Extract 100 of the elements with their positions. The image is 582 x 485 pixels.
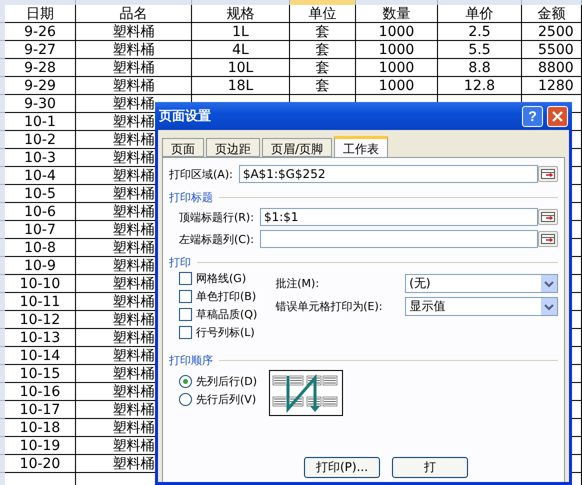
tab[interactable]: 页面 bbox=[162, 138, 204, 157]
table-cell: 4L bbox=[192, 41, 290, 59]
row-header[interactable] bbox=[0, 365, 5, 383]
section-label: 打印 bbox=[169, 255, 191, 270]
row-header[interactable] bbox=[0, 41, 5, 59]
dropdown[interactable]: (无) bbox=[405, 274, 558, 293]
header-cell: 日期 bbox=[5, 5, 76, 23]
checkbox[interactable] bbox=[179, 308, 192, 321]
close-button[interactable] bbox=[547, 106, 568, 126]
help-button[interactable]: ? bbox=[522, 106, 543, 126]
row-header[interactable] bbox=[0, 311, 5, 329]
table-cell: 9-30 bbox=[5, 95, 76, 113]
table-cell: 10-16 bbox=[5, 383, 76, 401]
table-cell: 塑料桶 bbox=[76, 41, 192, 59]
row-header[interactable] bbox=[0, 275, 5, 293]
row-header[interactable] bbox=[0, 23, 5, 41]
collapse-button[interactable] bbox=[538, 231, 558, 247]
table-cell: 10-6 bbox=[5, 203, 76, 221]
table-cell: 18L bbox=[192, 77, 290, 95]
table-cell: 塑料桶 bbox=[76, 59, 192, 77]
row-header[interactable] bbox=[0, 149, 5, 167]
print-button[interactable]: 打印(P)... bbox=[304, 457, 380, 478]
table-cell: 1280 bbox=[522, 77, 582, 95]
header-cell: 品名 bbox=[76, 5, 192, 23]
checkbox[interactable] bbox=[179, 326, 192, 339]
tab[interactable]: 页边距 bbox=[206, 138, 260, 157]
close-icon bbox=[552, 110, 563, 122]
table-cell: 9-26 bbox=[5, 23, 76, 41]
table-cell: 套 bbox=[290, 59, 356, 77]
table-cell: 10-19 bbox=[5, 437, 76, 455]
input-field[interactable]: $A$1:$G$252 bbox=[238, 165, 538, 183]
range-select-icon bbox=[541, 234, 555, 244]
row-header[interactable] bbox=[0, 293, 5, 311]
field-label: 错误单元格打印为(E): bbox=[275, 299, 384, 314]
row-header[interactable] bbox=[0, 203, 5, 221]
header-cell: 规格 bbox=[192, 5, 290, 23]
row-header[interactable] bbox=[0, 437, 5, 455]
table-cell: 套 bbox=[290, 41, 356, 59]
radio-label: 先行后列(V) bbox=[196, 392, 256, 407]
column-header[interactable] bbox=[290, 0, 356, 5]
tab[interactable]: 工作表 bbox=[334, 136, 388, 157]
checkbox-label: 草稿品质(Q) bbox=[196, 307, 258, 322]
collapse-button[interactable] bbox=[538, 166, 558, 182]
row-header[interactable] bbox=[0, 113, 5, 131]
tab[interactable]: 页眉/页脚 bbox=[262, 138, 332, 157]
row-header[interactable] bbox=[0, 455, 5, 473]
table-cell: 9-27 bbox=[5, 41, 76, 59]
input-field[interactable] bbox=[260, 230, 538, 248]
table-cell: 8.8 bbox=[438, 59, 522, 77]
field-label: 批注(M): bbox=[275, 276, 320, 291]
radio-button[interactable] bbox=[179, 375, 192, 388]
row-header[interactable] bbox=[0, 257, 5, 275]
row-header[interactable] bbox=[0, 5, 5, 23]
row-header[interactable] bbox=[0, 221, 5, 239]
row-header[interactable] bbox=[0, 167, 5, 185]
row-header[interactable] bbox=[0, 401, 5, 419]
row-header[interactable] bbox=[0, 383, 5, 401]
table-cell: 10L bbox=[192, 59, 290, 77]
row-header[interactable] bbox=[0, 131, 5, 149]
table-cell: 10-20 bbox=[5, 455, 76, 473]
table-cell: 10-18 bbox=[5, 419, 76, 437]
table-cell: 10-4 bbox=[5, 167, 76, 185]
row-header[interactable] bbox=[0, 59, 5, 77]
checkbox[interactable] bbox=[179, 272, 192, 285]
radio-label: 先列后行(D) bbox=[196, 374, 258, 389]
table-cell: 8800 bbox=[522, 59, 582, 77]
header-cell: 单价 bbox=[438, 5, 522, 23]
header-cell: 数量 bbox=[356, 5, 438, 23]
table-cell: 10-2 bbox=[5, 131, 76, 149]
header-cell: 单位 bbox=[290, 5, 356, 23]
row-header[interactable] bbox=[0, 419, 5, 437]
row-header[interactable] bbox=[0, 77, 5, 95]
row-header[interactable] bbox=[0, 95, 5, 113]
table-cell: 9-29 bbox=[5, 77, 76, 95]
table-cell: 9-28 bbox=[5, 59, 76, 77]
range-select-icon bbox=[541, 169, 555, 179]
table-cell: 2.5 bbox=[438, 23, 522, 41]
table-cell: 塑料桶 bbox=[76, 23, 192, 41]
dropdown[interactable]: 显示值 bbox=[405, 297, 558, 316]
radio-button[interactable] bbox=[179, 393, 192, 406]
table-cell: 2500 bbox=[522, 23, 582, 41]
row-header[interactable] bbox=[0, 239, 5, 257]
table-cell: 10-17 bbox=[5, 401, 76, 419]
table-cell: 10-7 bbox=[5, 221, 76, 239]
row-header[interactable] bbox=[0, 347, 5, 365]
table-cell: 10-15 bbox=[5, 365, 76, 383]
table-cell: 5.5 bbox=[438, 41, 522, 59]
input-field[interactable]: $1:$1 bbox=[260, 208, 538, 226]
checkbox-label: 行号列标(L) bbox=[196, 325, 255, 340]
checkbox[interactable] bbox=[179, 290, 192, 303]
row-header[interactable] bbox=[0, 185, 5, 203]
table-cell: 1000 bbox=[356, 23, 438, 41]
print-button[interactable]: 打 bbox=[392, 457, 468, 478]
table-cell: 套 bbox=[290, 77, 356, 95]
table-cell: 1000 bbox=[356, 77, 438, 95]
table-cell: 10-8 bbox=[5, 239, 76, 257]
table-cell: 10-5 bbox=[5, 185, 76, 203]
collapse-button[interactable] bbox=[538, 209, 558, 225]
table-cell: 10-10 bbox=[5, 275, 76, 293]
row-header[interactable] bbox=[0, 329, 5, 347]
